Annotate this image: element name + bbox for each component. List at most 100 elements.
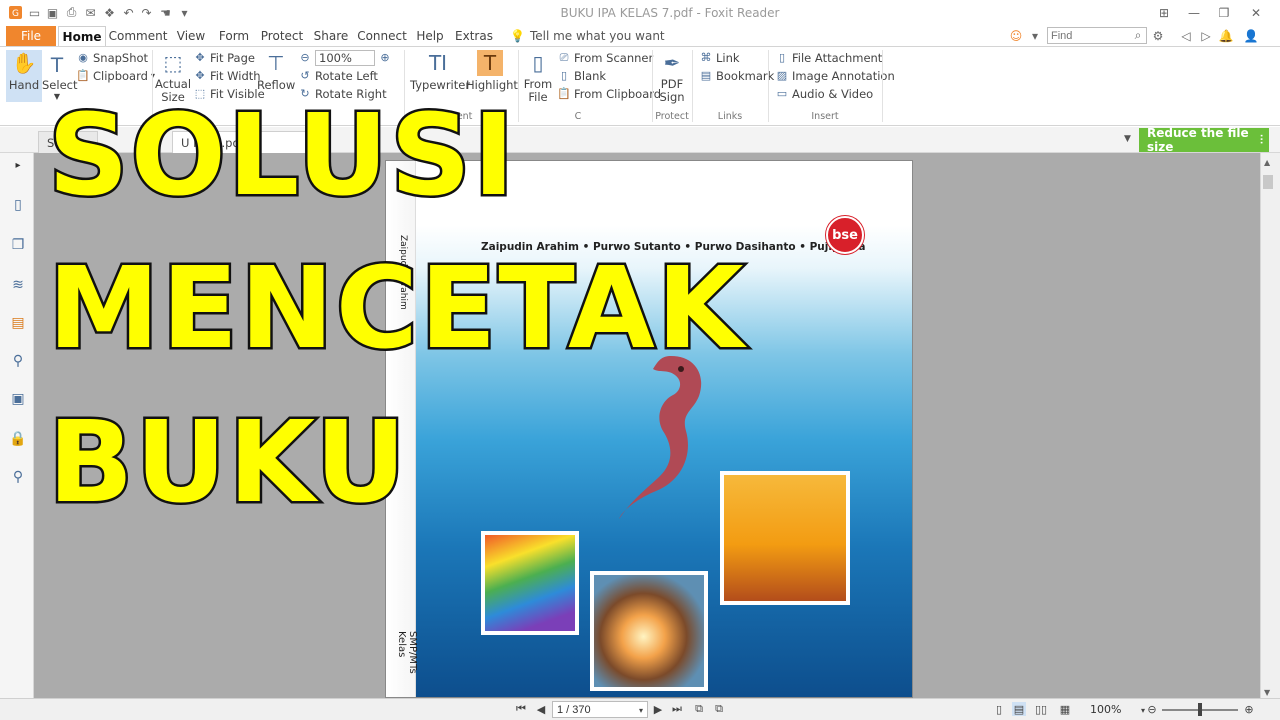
file-attachment-button[interactable]: ▯ File Attachment	[775, 49, 882, 66]
tab-comment[interactable]: Comment	[109, 26, 168, 46]
scrollbar-thumb[interactable]	[1263, 175, 1273, 189]
tab-protect[interactable]: Protect	[258, 26, 306, 46]
scroll-down-icon[interactable]: ▼	[1264, 688, 1270, 697]
hand-label: Hand	[8, 78, 40, 92]
hand-tool-button[interactable]: ✋ Hand	[6, 50, 42, 102]
previous-page-icon[interactable]: ◀	[534, 702, 548, 716]
restore-button[interactable]: ❐	[1210, 4, 1238, 22]
first-page-icon[interactable]: ⏮	[514, 702, 528, 716]
typewriter-button[interactable]: TI Typewriter	[410, 50, 470, 92]
last-page-icon[interactable]: ⏭	[670, 702, 684, 716]
tab-connect[interactable]: Connect	[356, 26, 408, 46]
attachments-panel-icon[interactable]: ⚲	[9, 352, 27, 370]
tab-home[interactable]: Home	[58, 26, 106, 46]
zoom-select[interactable]: 100%	[315, 49, 375, 66]
bookmarks-panel-icon[interactable]: ❐	[9, 236, 27, 254]
bell-icon[interactable]: 🔔	[1218, 27, 1234, 44]
customize-icon[interactable]: ▾	[177, 5, 192, 20]
tab-list-dropdown-icon[interactable]: ▼	[1124, 134, 1131, 144]
zoom-out-status-icon[interactable]: ⊖	[1145, 702, 1159, 716]
bookmark-label: Bookmark	[716, 68, 775, 83]
bookmark-button[interactable]: ▤ Bookmark	[699, 67, 774, 84]
from-file-button[interactable]: ▯ From File	[521, 50, 555, 104]
zoom-in-status-icon[interactable]: ⊕	[1242, 702, 1256, 716]
app-logo-icon[interactable]: G	[8, 5, 23, 20]
image-annotation-label: Image Annotation	[792, 68, 895, 83]
tab-view[interactable]: View	[172, 26, 210, 46]
group-separator	[518, 50, 519, 122]
undo-icon[interactable]: ↶	[121, 5, 136, 20]
continuous-page-icon[interactable]: ▤	[1012, 702, 1026, 716]
user-icon[interactable]: 👤	[1243, 27, 1259, 44]
tell-me-search[interactable]: 💡 Tell me what you want	[510, 26, 665, 46]
fit-width-button[interactable]: ✥ Fit Width	[193, 67, 260, 84]
audio-video-label: Audio & Video	[792, 86, 874, 101]
from-file-icon: ▯	[532, 51, 544, 75]
open-icon[interactable]: ▭	[27, 5, 42, 20]
redo-icon[interactable]: ↷	[139, 5, 154, 20]
tab-extras[interactable]: Extras	[452, 26, 496, 46]
dropdown-icon[interactable]: ▾	[1027, 27, 1043, 44]
lightbulb-icon: 💡	[510, 29, 525, 43]
forward-icon[interactable]: ▷	[1198, 27, 1214, 44]
image-annotation-button[interactable]: ▨ Image Annotation	[775, 67, 895, 84]
tab-help[interactable]: Help	[412, 26, 448, 46]
audio-video-button[interactable]: ▭ Audio & Video	[775, 85, 873, 102]
facing-page-icon[interactable]: ▯▯	[1034, 702, 1048, 716]
scroll-up-icon[interactable]: ▲	[1264, 158, 1270, 167]
from-scanner-button[interactable]: ⎚ From Scanner	[557, 49, 654, 66]
hand-select-icon[interactable]: ☚	[158, 5, 173, 20]
ribbon-options-icon[interactable]: ⊞	[1150, 4, 1178, 22]
print-icon[interactable]: ⎙	[64, 5, 79, 20]
links-group-label: Links	[717, 111, 743, 122]
blank-button[interactable]: ▯ Blank	[557, 67, 606, 84]
continuous-facing-icon[interactable]: ▦	[1058, 702, 1072, 716]
next-page-icon[interactable]: ▶	[651, 702, 665, 716]
vertical-scrollbar[interactable]	[1260, 153, 1280, 698]
zoom-in-icon[interactable]: ⊕	[378, 51, 392, 65]
clipboard-icon: 📋	[76, 69, 90, 82]
layers-icon[interactable]: ≋	[9, 276, 27, 294]
link-button[interactable]: ⌘ Link	[699, 49, 740, 66]
back-icon[interactable]: ◁	[1178, 27, 1194, 44]
pages-icon[interactable]: ▯	[9, 196, 27, 214]
highlight-button[interactable]: T Highlight	[466, 50, 518, 92]
email-icon[interactable]: ✉	[83, 5, 98, 20]
file-tab[interactable]: File	[6, 26, 56, 46]
expand-panel-icon[interactable]: ▸	[9, 156, 27, 174]
minimize-button[interactable]: —	[1180, 4, 1208, 22]
search-icon[interactable]: ⌕	[1130, 27, 1146, 44]
clipboard-button[interactable]: 📋Clipboard▾	[76, 67, 155, 84]
overlay-caption-line2: MENCETAK	[46, 244, 747, 374]
signature-panel-icon[interactable]: ▣	[9, 390, 27, 408]
tab-share[interactable]: Share	[310, 26, 352, 46]
smile-feedback-icon[interactable]: ☺	[1008, 27, 1024, 44]
fit-page-button[interactable]: ✥ Fit Page	[193, 49, 255, 66]
pdf-sign-button[interactable]: ✒ PDF Sign	[654, 50, 690, 104]
reflow-icon: ⊤	[267, 51, 285, 75]
previous-view-icon[interactable]: ⧉	[692, 702, 706, 716]
pen-sign-icon: ✒	[663, 51, 681, 75]
lock-icon[interactable]: 🔒	[9, 430, 27, 448]
save-icon[interactable]: ▣	[45, 5, 60, 20]
reduce-file-size-button[interactable]: Reduce the file size ⫶	[1139, 126, 1269, 154]
snapshot-button[interactable]: ◉ SnapShot	[76, 49, 148, 66]
next-view-icon[interactable]: ⧉	[712, 702, 726, 716]
fit-page-icon: ✥	[195, 51, 205, 64]
reflow-button[interactable]: ⊤ Reflow	[257, 50, 295, 92]
settings-icon[interactable]: ⚙	[1150, 27, 1166, 44]
zoom-slider-thumb[interactable]	[1198, 703, 1202, 716]
comments-panel-icon[interactable]: ▤	[9, 314, 27, 332]
single-page-icon[interactable]: ▯	[992, 702, 1006, 716]
typewriter-icon: TI	[428, 51, 448, 75]
zoom-level[interactable]: 100%	[1090, 703, 1121, 716]
stamp-icon[interactable]: ❖	[102, 5, 117, 20]
rotate-left-icon: ↺	[300, 69, 310, 82]
search-user-icon[interactable]: ⚲	[9, 468, 27, 486]
zoom-out-icon[interactable]: ⊖	[298, 51, 312, 65]
page-dropdown-icon[interactable]: ▾	[634, 703, 648, 717]
rotate-left-button[interactable]: ↺ Rotate Left	[298, 67, 378, 84]
from-clipboard-button[interactable]: 📋 From Clipboard	[557, 85, 661, 102]
close-button[interactable]: ✕	[1242, 4, 1270, 22]
tab-form[interactable]: Form	[214, 26, 254, 46]
